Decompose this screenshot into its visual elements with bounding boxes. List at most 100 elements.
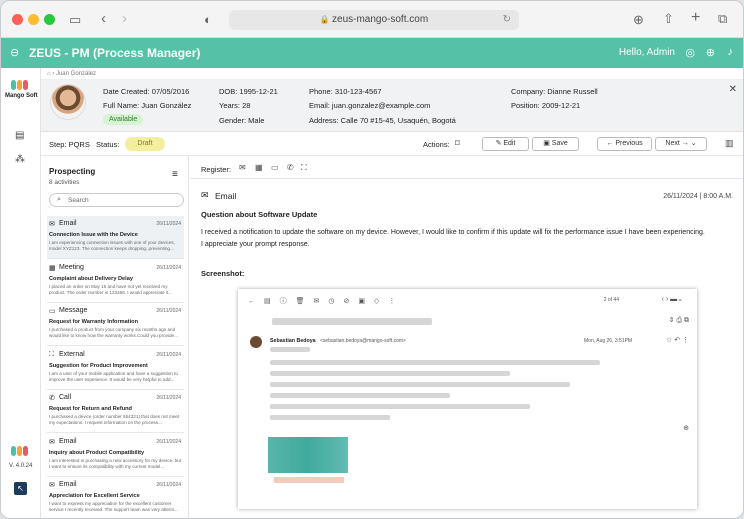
phone-register-icon[interactable]: ✆ xyxy=(287,163,294,172)
user-icon[interactable]: ◎ xyxy=(685,46,695,59)
external-register-icon[interactable]: ⛶ xyxy=(301,163,307,173)
activity-type-icon: ⛶ xyxy=(49,350,54,358)
detail-type: Email xyxy=(215,191,237,201)
activity-type: Email xyxy=(59,220,77,227)
list-item[interactable]: ⛶ External 26/11/2024 Suggestion for Produc… xyxy=(47,347,184,390)
bookmark-icon[interactable]: ⌑ xyxy=(455,138,460,149)
blur-line xyxy=(270,382,570,387)
activity-snippet: I am a user of your mobile application a… xyxy=(49,370,178,382)
search-icon: ⌕ xyxy=(57,196,61,203)
phone: Phone: 310-123-4567 xyxy=(309,87,382,96)
breadcrumb-current[interactable]: Juan González xyxy=(56,71,96,77)
list-item[interactable]: ✉ Email 26/11/2024 Inquiry about Product Co… xyxy=(47,434,184,477)
email-icon: ✉ xyxy=(201,190,209,200)
activity-snippet: I purchased a device (order number 65432… xyxy=(49,414,180,425)
search-placeholder: Search xyxy=(68,197,89,204)
dob: DOB: 1995-12-21 xyxy=(219,87,278,96)
new-tab-icon[interactable]: + xyxy=(691,10,700,26)
close-icon[interactable]: ✕ xyxy=(729,84,737,95)
blur-line xyxy=(270,393,450,398)
message-register-icon[interactable]: ▭ xyxy=(271,163,279,172)
list-item[interactable]: ✉ Email 26/11/2024 Connection Issue with th… xyxy=(47,216,184,259)
divider xyxy=(190,178,743,179)
activity-date: 26/11/2024 xyxy=(156,438,181,445)
home-icon[interactable]: ⌂ xyxy=(47,71,51,77)
browser-toolbar: ▭ ‹ › ◐ 🔒 zeus-mango-soft.com ↻ ⊕ ⇧ + ⧉ xyxy=(1,1,743,38)
collapse-icon[interactable]: ↖ xyxy=(14,482,27,495)
version-label: V. 4.0.24 xyxy=(9,463,33,469)
close-dot[interactable] xyxy=(12,14,23,25)
status-badge: Available xyxy=(103,114,144,125)
register-label: Register: xyxy=(201,165,232,174)
activity-snippet: I placed an order on May 15 and have not… xyxy=(49,283,172,295)
sender-name: Sebastian Bedoya xyxy=(270,338,316,344)
globe-icon[interactable]: ⊕ xyxy=(706,46,715,59)
hierarchy-icon[interactable]: ⁂ xyxy=(15,154,25,165)
browser-window: ▭ ‹ › ◐ 🔒 zeus-mango-soft.com ↻ ⊕ ⇧ + ⧉ ⊖… xyxy=(0,0,744,519)
list-item[interactable]: ▦ Meeting 26/11/2024 Complaint about Delive… xyxy=(47,260,184,303)
left-nav: Mango Soft ▤ ⁂ V. 4.0.24 ↖ xyxy=(1,68,41,518)
activity-type-icon: ✉ xyxy=(49,482,55,489)
sidebar-icon[interactable]: ▭ xyxy=(69,13,81,26)
print-icon: ⇕ ⎙ ⧉ xyxy=(668,317,689,324)
list-item[interactable]: ✆ Call 26/11/2024 Request for Return and Re… xyxy=(47,390,184,433)
screenshot-image[interactable]: ←▤ⓘ🗑✉◷⊘▣◇⋮ 2 of 44 ‹ › ▬⌄ ⇕ ⎙ ⧉ Sebastia… xyxy=(238,289,697,509)
date-created: Date Created: 07/05/2016 xyxy=(103,87,190,96)
activity-snippet: I want to express my appreciation for th… xyxy=(49,501,178,512)
arrow-right-icon: → ⌄ xyxy=(679,140,697,147)
mail-pager: 2 of 44 xyxy=(603,297,619,303)
address-bar[interactable]: 🔒 zeus-mango-soft.com ↻ xyxy=(229,10,519,30)
avatar xyxy=(50,84,86,120)
activity-title: Complaint about Delivery Delay xyxy=(49,275,133,282)
columns-icon[interactable]: ▥ xyxy=(725,138,734,149)
previous-button[interactable]: ← Previous xyxy=(597,137,652,151)
detail-datetime: 26/11/2024 | 8:00 A.M. xyxy=(663,193,733,200)
minimize-dot[interactable] xyxy=(28,14,39,25)
next-button[interactable]: Next → ⌄ xyxy=(655,137,707,151)
profile-panel: Date Created: 07/05/2016 Full Name: Juan… xyxy=(41,80,743,132)
sender-avatar xyxy=(250,336,262,348)
activity-snippet: I am experiencing connection issues with… xyxy=(49,240,175,251)
greeting: Hello, Admin xyxy=(618,47,675,58)
activity-type: Call xyxy=(59,394,72,401)
reload-icon[interactable]: ↻ xyxy=(503,10,511,30)
list-item[interactable]: ▭ Message 26/11/2024 Request for Warranty I… xyxy=(47,303,184,346)
back-icon[interactable]: ‹ xyxy=(101,11,106,26)
address: Address: Calle 70 #15-45, Usaquén, Bogot… xyxy=(309,116,456,125)
actions-label: Actions: xyxy=(423,140,450,149)
forward-icon[interactable]: › xyxy=(122,11,127,26)
brand-name: Mango Soft xyxy=(5,93,38,99)
activity-title: Connection Issue with the Device xyxy=(49,232,138,238)
step-toolbar: Step: PQRS Status: Draft Actions: ⌑ ✎ Ed… xyxy=(41,132,743,156)
activity-count: 8 activities xyxy=(49,179,80,186)
blur-line xyxy=(270,371,510,376)
activity-title: Inquiry about Product Compatibility xyxy=(49,449,145,456)
tabs-icon[interactable]: ⧉ xyxy=(718,12,727,25)
activity-date: 26/11/2024 xyxy=(156,395,181,401)
detail-subject: Question about Software Update xyxy=(201,210,318,219)
edit-button[interactable]: ✎ Edit xyxy=(482,137,529,151)
activity-title: Request for Warranty Information xyxy=(49,319,138,325)
status-label: Status: xyxy=(96,140,120,149)
menu-circle-icon[interactable]: ⊖ xyxy=(10,46,19,59)
share-icon[interactable]: ⇧ xyxy=(663,12,674,25)
maximize-dot[interactable] xyxy=(44,14,55,25)
blur-line xyxy=(270,415,390,420)
download-icon[interactable]: ⊕ xyxy=(633,13,644,26)
bell-icon[interactable]: ♪ xyxy=(728,46,734,58)
activity-date: 26/11/2024 xyxy=(156,264,181,271)
email-register-icon[interactable]: ✉ xyxy=(239,163,246,172)
calendar-register-icon[interactable]: ▦ xyxy=(255,163,263,172)
document-icon[interactable]: ▤ xyxy=(15,130,24,141)
save-button[interactable]: ▣ Save xyxy=(532,137,579,151)
subject-blur xyxy=(272,318,432,325)
step-label: Step: PQRS xyxy=(49,140,90,149)
draft-status[interactable]: Draft xyxy=(125,137,165,151)
filter-icon[interactable]: ≡ xyxy=(172,169,178,180)
search-input[interactable]: ⌕ Search xyxy=(49,193,184,207)
attachment-icon: ⊕ xyxy=(683,425,689,432)
years: Years: 28 xyxy=(219,101,251,110)
list-item[interactable]: ✉ Email 26/11/2024 Appreciation for Excelle… xyxy=(47,477,184,518)
mango-logo-icon xyxy=(11,80,31,90)
list-title: Prospecting xyxy=(49,167,96,176)
